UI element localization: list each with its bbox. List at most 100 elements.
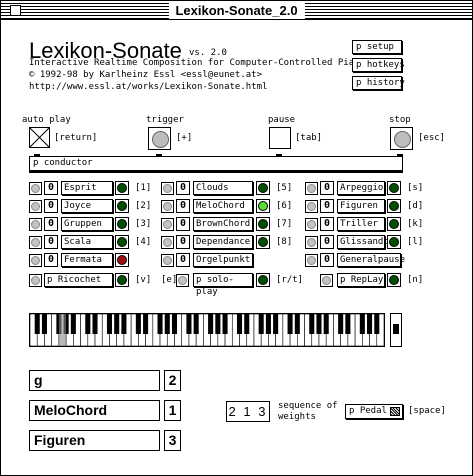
hotkey-label: [5] (276, 183, 293, 193)
hotkeys-button[interactable]: p hotkeys (352, 58, 405, 72)
module-gruppen[interactable]: Gruppen (61, 217, 113, 231)
black-key[interactable] (92, 314, 98, 334)
window-title: Lexikon-Sonate_2.0 (168, 2, 305, 19)
slot-field-1[interactable]: g (29, 370, 160, 391)
module-scala[interactable]: Scala (61, 235, 113, 249)
pause-toggle[interactable] (269, 127, 291, 149)
module-light (387, 217, 401, 231)
slider-knob[interactable] (393, 324, 399, 334)
close-box[interactable] (10, 5, 21, 16)
black-key[interactable] (135, 314, 141, 334)
pedal-switch-icon[interactable] (390, 407, 400, 416)
black-key[interactable] (236, 314, 243, 334)
module-melochord[interactable]: MeloChord (193, 199, 253, 213)
count-box: 0 (176, 235, 190, 249)
count-box: 0 (320, 253, 334, 267)
count-box: 0 (320, 217, 334, 231)
module-esprit[interactable]: Esprit (61, 181, 113, 195)
status-led (305, 218, 318, 231)
status-led (29, 218, 42, 231)
slot-field-3[interactable]: Figuren (29, 430, 160, 451)
black-key[interactable] (338, 314, 344, 334)
pedal-patcher[interactable]: p Pedal (345, 404, 403, 419)
count-box: 0 (176, 217, 190, 231)
setup-button[interactable]: p setup (352, 40, 402, 54)
keyboard-keys[interactable] (30, 314, 384, 346)
volume-slider[interactable] (390, 313, 402, 347)
stop-button[interactable] (390, 127, 413, 150)
slot-number-2[interactable]: 1 (164, 400, 181, 421)
black-key[interactable] (70, 314, 76, 334)
black-key[interactable] (367, 314, 373, 334)
hotkey-label: [k] (407, 219, 424, 229)
slot-field-2[interactable]: MeloChord (29, 400, 160, 421)
black-key[interactable] (222, 314, 228, 334)
hotkey-label: [e] (161, 275, 178, 285)
black-key[interactable] (106, 314, 112, 334)
black-key[interactable] (186, 314, 192, 334)
hotkey-label: [8] (276, 237, 293, 247)
black-key[interactable] (193, 314, 199, 334)
sequence-weights-box[interactable]: 2 1 3 (226, 401, 270, 422)
module-arpeggio[interactable]: Arpeggio (337, 181, 385, 195)
black-key[interactable] (34, 314, 40, 334)
black-key[interactable] (323, 314, 329, 334)
black-key[interactable] (359, 314, 365, 334)
module-glissando[interactable]: Glissando (337, 235, 389, 249)
module-dependance[interactable]: Dependance (193, 235, 253, 249)
module-clouds[interactable]: Clouds (193, 181, 253, 195)
black-key[interactable] (265, 314, 271, 334)
module-figuren[interactable]: Figuren (337, 199, 385, 213)
module-light (115, 273, 129, 287)
ricochet-patcher[interactable]: p Ricochet (44, 273, 113, 287)
black-key[interactable] (316, 314, 322, 334)
module-fermata[interactable]: Fermata (61, 253, 113, 267)
slot-number-1[interactable]: 2 (164, 370, 181, 391)
black-key[interactable] (85, 314, 91, 334)
module-brownchord[interactable]: BrownChord (193, 217, 253, 231)
black-key[interactable] (244, 314, 250, 334)
black-key[interactable] (374, 314, 380, 334)
module-joyce[interactable]: Joyce (61, 199, 113, 213)
black-key[interactable] (309, 314, 315, 334)
trigger-button[interactable] (148, 127, 171, 150)
active-key[interactable] (58, 314, 67, 346)
module-light (256, 273, 270, 287)
module-orgelpunkt[interactable]: Orgelpunkt (193, 253, 253, 267)
module-light (387, 273, 401, 287)
black-key[interactable] (114, 314, 120, 334)
black-key[interactable] (258, 314, 264, 334)
piano-keyboard[interactable] (29, 313, 385, 347)
replay-patcher[interactable]: p RepLay (337, 273, 385, 287)
black-key[interactable] (41, 314, 47, 334)
black-key[interactable] (121, 314, 127, 334)
hotkey-label: [7] (276, 219, 293, 229)
black-key[interactable] (171, 314, 178, 334)
conductor-patcher[interactable]: p conductor (29, 156, 403, 171)
hotkey-label: [n] (407, 275, 424, 285)
module-light (256, 235, 270, 249)
black-key[interactable] (164, 314, 170, 334)
black-key[interactable] (143, 314, 149, 334)
hotkey-label: [3] (135, 219, 152, 229)
solo-play-patcher[interactable]: p solo-play (193, 273, 253, 297)
auto-play-key: [return] (54, 133, 98, 143)
pause-label: pause (268, 115, 296, 125)
black-key[interactable] (157, 314, 163, 334)
black-key[interactable] (345, 314, 351, 334)
count-box: 0 (320, 181, 334, 195)
module-generalpause[interactable]: Generalpause (337, 253, 405, 267)
history-button[interactable]: p history (352, 76, 405, 90)
copyright-line: © 1992-98 by Karlheinz Essl <essl@eunet.… (29, 70, 262, 80)
module-light (387, 235, 401, 249)
slot-number-3[interactable]: 3 (164, 430, 181, 451)
black-key[interactable] (273, 314, 279, 334)
module-light (256, 217, 270, 231)
black-key[interactable] (208, 314, 214, 334)
module-triller[interactable]: Triller (337, 217, 385, 231)
black-key[interactable] (294, 314, 300, 334)
title-bar[interactable]: Lexikon-Sonate_2.0 (1, 1, 472, 20)
auto-play-toggle[interactable] (29, 127, 50, 148)
black-key[interactable] (215, 314, 221, 334)
black-key[interactable] (287, 314, 293, 334)
